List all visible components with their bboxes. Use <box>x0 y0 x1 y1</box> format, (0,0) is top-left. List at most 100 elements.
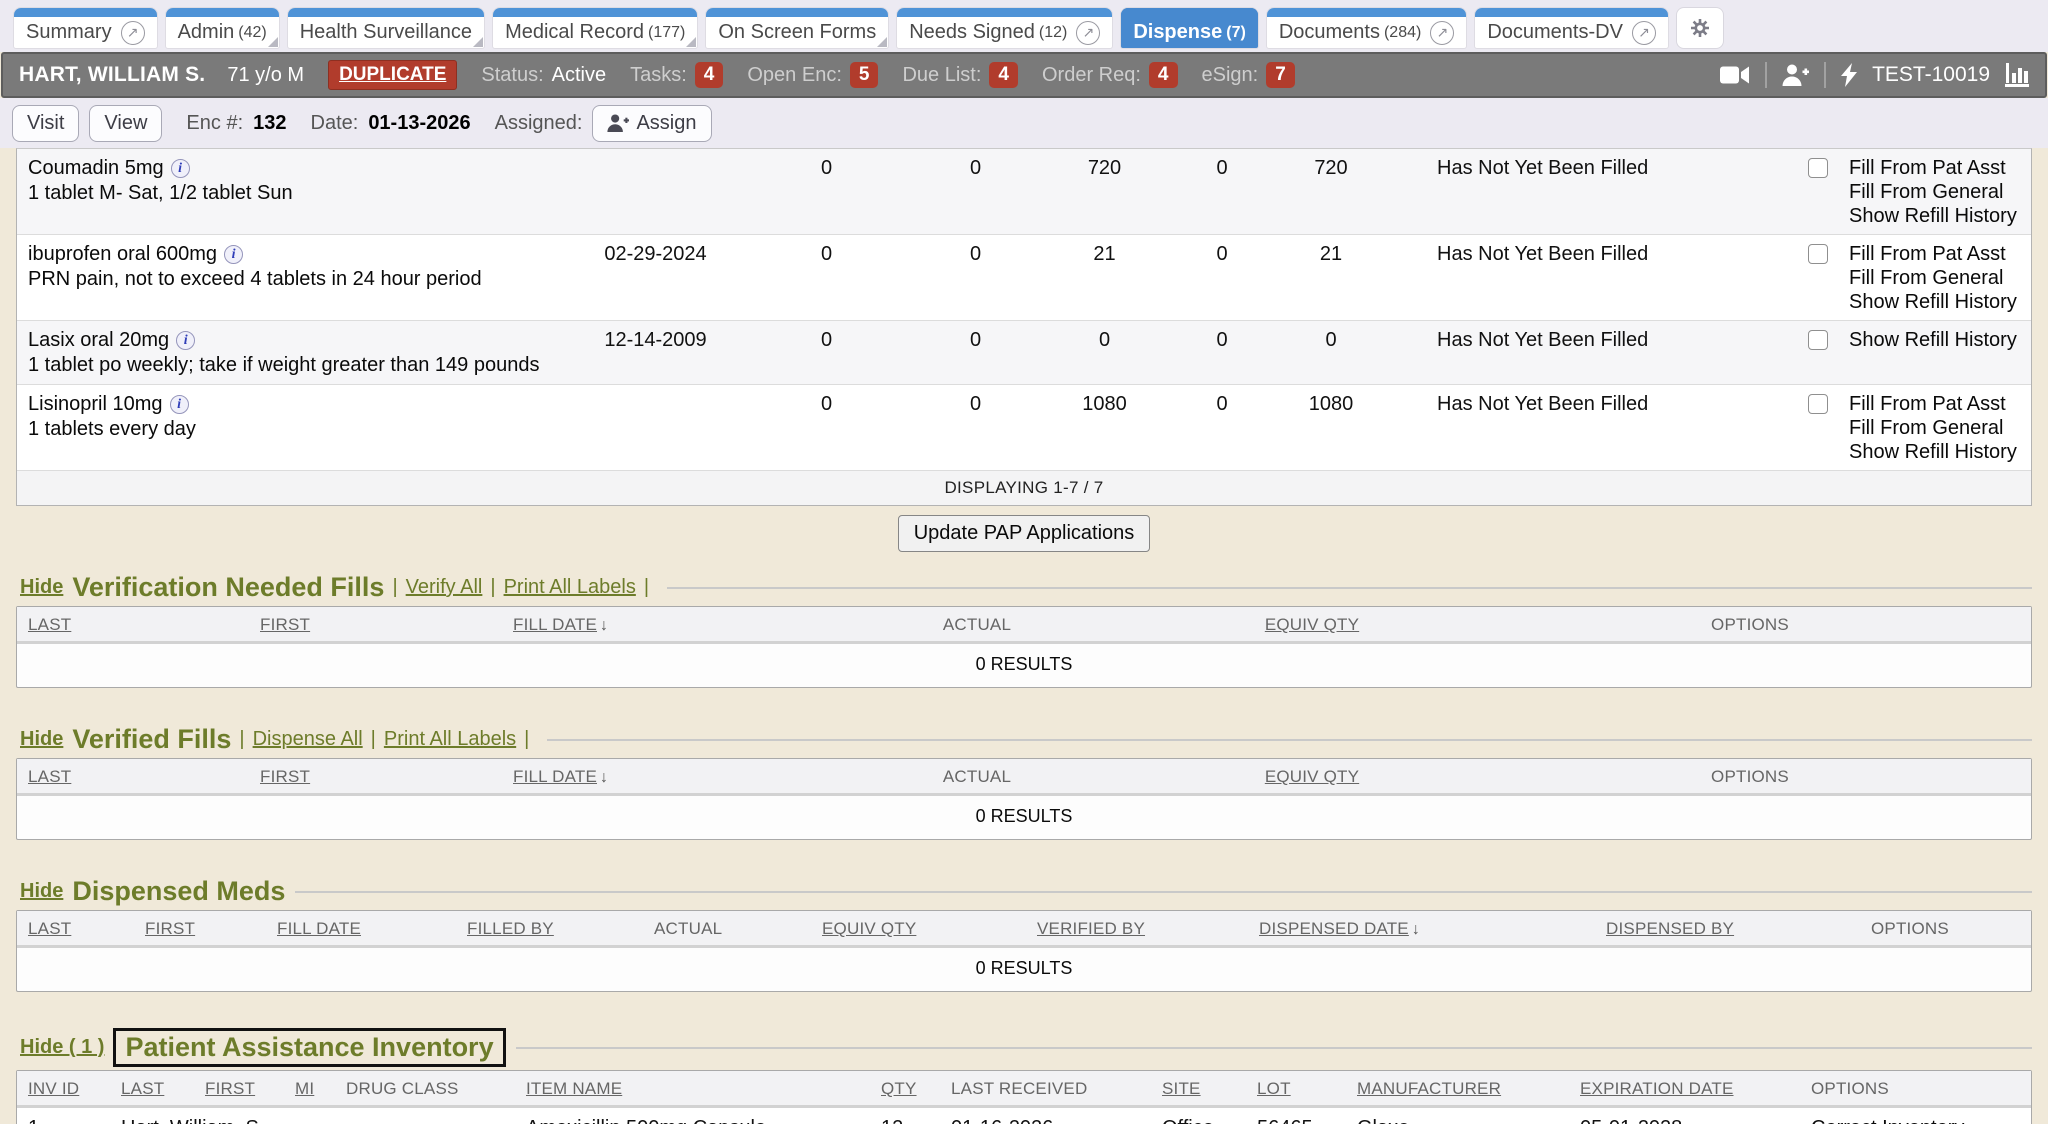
info-icon[interactable]: i <box>176 331 195 350</box>
select-med-checkbox[interactable] <box>1808 394 1828 414</box>
esign-count-badge[interactable]: 7 <box>1266 62 1295 88</box>
verification-fills-table: LAST FIRST FILL DATE↓ ACTUAL EQUIV QTY O… <box>16 606 2032 688</box>
print-all-labels-link[interactable]: Print All Labels <box>384 728 516 751</box>
open-enc-count-badge[interactable]: 5 <box>850 62 879 88</box>
header-verified-by[interactable]: VERIFIED BY <box>1026 911 1248 945</box>
hide-link[interactable]: Hide ( 1 ) <box>20 1036 104 1059</box>
header-qty[interactable]: QTY <box>870 1071 940 1105</box>
tab-documents[interactable]: Documents (284) ↗ <box>1267 8 1467 48</box>
main-content: Coumadin 5mgi 1 tablet M- Sat, 1/2 table… <box>0 148 2048 1124</box>
header-first[interactable]: FIRST <box>249 607 502 641</box>
tab-documents-dv[interactable]: Documents-DV ↗ <box>1475 8 1668 48</box>
show-refill-history-link[interactable]: Show Refill History <box>1849 328 2033 352</box>
info-icon[interactable]: i <box>170 395 189 414</box>
fill-from-general-link[interactable]: Fill From General <box>1849 416 2033 440</box>
header-site[interactable]: SITE <box>1151 1071 1246 1105</box>
open-new-window-icon[interactable]: ↗ <box>121 21 145 45</box>
tab-health-surveillance[interactable]: Health Surveillance <box>288 8 484 48</box>
assign-button[interactable]: Assign <box>592 105 711 142</box>
header-item-name[interactable]: ITEM NAME <box>515 1071 870 1105</box>
open-new-window-icon[interactable]: ↗ <box>1632 21 1656 45</box>
header-equiv-qty[interactable]: EQUIV QTY <box>811 911 1026 945</box>
fill-date-cell: 02-29-2024 <box>567 235 744 320</box>
hide-link[interactable]: Hide <box>20 728 63 751</box>
visit-button[interactable]: Visit <box>12 105 79 142</box>
header-mi[interactable]: MI <box>284 1071 335 1105</box>
select-med-checkbox[interactable] <box>1808 330 1828 350</box>
header-fill-date[interactable]: FILL DATE↓ <box>502 759 797 793</box>
legend-rule <box>667 587 2032 589</box>
section-title: Verification Needed Fills <box>72 572 384 603</box>
hide-link[interactable]: Hide <box>20 576 63 599</box>
header-first[interactable]: FIRST <box>194 1071 284 1105</box>
verify-all-link[interactable]: Verify All <box>406 576 483 599</box>
duplicate-badge[interactable]: DUPLICATE <box>328 60 457 90</box>
header-equiv-qty[interactable]: EQUIV QTY <box>1157 759 1467 793</box>
tab-needs-signed[interactable]: Needs Signed (12) ↗ <box>897 8 1112 48</box>
view-button[interactable]: View <box>89 105 162 142</box>
legend-rule <box>295 891 2032 893</box>
qty-cell: 0 <box>1167 149 1277 234</box>
open-new-window-icon[interactable]: ↗ <box>1076 21 1100 45</box>
open-new-window-icon[interactable]: ↗ <box>1430 21 1454 45</box>
sort-desc-icon: ↓ <box>1412 921 1420 938</box>
info-icon[interactable]: i <box>224 245 243 264</box>
enc-number-label: Enc #: <box>186 112 243 135</box>
header-last[interactable]: LAST <box>17 759 249 793</box>
section-patient-assistance-inventory: Hide ( 1 ) Patient Assistance Inventory … <box>16 1028 2032 1124</box>
info-icon[interactable]: i <box>171 159 190 178</box>
tasks-count-badge[interactable]: 4 <box>695 62 724 88</box>
update-pap-applications-button[interactable]: Update PAP Applications <box>898 515 1151 552</box>
header-dispensed-date[interactable]: DISPENSED DATE↓ <box>1248 911 1595 945</box>
medication-name: ibuprofen oral 600mg <box>28 243 217 265</box>
header-fill-date[interactable]: FILL DATE↓ <box>502 607 797 641</box>
dispense-all-link[interactable]: Dispense All <box>253 728 363 751</box>
show-refill-history-link[interactable]: Show Refill History <box>1849 204 2033 228</box>
header-lot[interactable]: LOT <box>1246 1071 1346 1105</box>
select-med-checkbox[interactable] <box>1808 158 1828 178</box>
tab-count: (7) <box>1226 24 1246 42</box>
bar-chart-icon[interactable] <box>2005 63 2029 87</box>
fill-from-pat-asst-link[interactable]: Fill From Pat Asst <box>1849 242 2033 266</box>
header-last[interactable]: LAST <box>110 1071 194 1105</box>
tab-on-screen-forms[interactable]: On Screen Forms <box>706 8 888 48</box>
video-camera-icon[interactable] <box>1720 65 1750 85</box>
header-inv-id[interactable]: INV ID <box>17 1071 110 1105</box>
medication-sig: 1 tablet po weekly; take if weight great… <box>28 353 567 378</box>
patient-name-cell: Hart, William, S. <box>110 1108 515 1124</box>
settings-gear-button[interactable] <box>1677 8 1723 48</box>
fill-from-general-link[interactable]: Fill From General <box>1849 180 2033 204</box>
header-first[interactable]: FIRST <box>134 911 266 945</box>
fill-from-pat-asst-link[interactable]: Fill From Pat Asst <box>1849 156 2033 180</box>
tab-admin[interactable]: Admin (42) <box>166 8 279 48</box>
tab-dispense[interactable]: Dispense (7) <box>1121 8 1258 48</box>
header-fill-date[interactable]: FILL DATE <box>266 911 456 945</box>
tab-medical-record[interactable]: Medical Record (177) <box>493 8 697 48</box>
lot-cell: 56465 <box>1246 1108 1346 1124</box>
header-filled-by[interactable]: FILLED BY <box>456 911 643 945</box>
show-refill-history-link[interactable]: Show Refill History <box>1849 290 2033 314</box>
add-person-icon[interactable] <box>1782 64 1809 86</box>
due-list-count-badge[interactable]: 4 <box>989 62 1018 88</box>
esign-label: eSign: <box>1202 64 1259 87</box>
tab-summary[interactable]: Summary ↗ <box>14 8 157 48</box>
header-last[interactable]: LAST <box>17 607 249 641</box>
section-legend: Hide Verification Needed Fills | Verify … <box>16 572 2032 603</box>
select-med-checkbox[interactable] <box>1808 244 1828 264</box>
lightning-bolt-icon[interactable] <box>1841 63 1857 87</box>
header-expiration-date[interactable]: EXPIRATION DATE <box>1569 1071 1800 1105</box>
header-equiv-qty[interactable]: EQUIV QTY <box>1157 607 1467 641</box>
order-req-count-badge[interactable]: 4 <box>1149 62 1178 88</box>
header-manufacturer[interactable]: MANUFACTURER <box>1346 1071 1569 1105</box>
fill-from-general-link[interactable]: Fill From General <box>1849 266 2033 290</box>
hide-link[interactable]: Hide <box>20 880 63 903</box>
options-cell: Fill From Pat Asst Fill From General Sho… <box>1849 149 2033 234</box>
header-first[interactable]: FIRST <box>249 759 502 793</box>
header-dispensed-by[interactable]: DISPENSED BY <box>1595 911 1860 945</box>
print-all-labels-link[interactable]: Print All Labels <box>504 576 636 599</box>
header-last[interactable]: LAST <box>17 911 134 945</box>
correct-inventory-link[interactable]: Correct Inventory <box>1811 1117 1964 1124</box>
show-refill-history-link[interactable]: Show Refill History <box>1849 440 2033 464</box>
fill-from-pat-asst-link[interactable]: Fill From Pat Asst <box>1849 392 2033 416</box>
separator: | <box>490 576 495 599</box>
